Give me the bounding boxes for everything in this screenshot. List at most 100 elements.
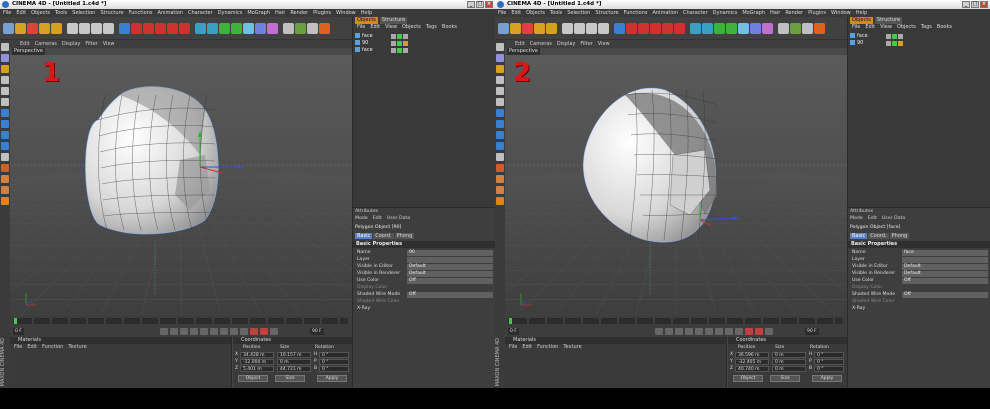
timeline-ruler[interactable] xyxy=(10,315,352,327)
toolbar-tool-icon[interactable] xyxy=(662,23,673,34)
menu-item[interactable]: Selection xyxy=(567,9,590,17)
maximize-button[interactable]: □ xyxy=(476,1,484,8)
viewport-menu-item[interactable]: View xyxy=(103,40,115,48)
mode-tool-icon[interactable] xyxy=(1,164,9,172)
toolbar-tool-icon[interactable] xyxy=(598,23,609,34)
size-field[interactable]: 0 m xyxy=(772,352,806,358)
mode-tool-icon[interactable] xyxy=(1,197,9,205)
menu-item[interactable]: Functions xyxy=(129,9,153,17)
mode-tool-icon[interactable] xyxy=(1,54,9,62)
minimize-button[interactable]: _ xyxy=(962,1,970,8)
object-manager-menu-item[interactable]: View xyxy=(385,24,397,31)
menu-item[interactable]: Animation xyxy=(652,9,678,17)
toolbar-tool-icon[interactable] xyxy=(231,23,242,34)
toolbar-tool-icon[interactable] xyxy=(522,23,533,34)
menu-item[interactable]: Window xyxy=(336,9,356,17)
menu-item[interactable]: Hair xyxy=(275,9,285,17)
object-manager-tab[interactable]: Objects xyxy=(355,17,378,24)
toolbar-tool-icon[interactable] xyxy=(119,23,130,34)
mode-tool-icon[interactable] xyxy=(1,65,9,73)
property-value-field[interactable]: Default xyxy=(407,271,493,277)
mode-tool-icon[interactable] xyxy=(496,76,504,84)
toolbar-tool-icon[interactable] xyxy=(155,23,166,34)
toolbar-tool-icon[interactable] xyxy=(574,23,585,34)
coordinate-mode-dropdown[interactable]: Object xyxy=(733,375,763,382)
toolbar-tool-icon[interactable] xyxy=(243,23,254,34)
toolbar-tool-icon[interactable] xyxy=(802,23,813,34)
property-value-field[interactable]: Off xyxy=(902,278,988,284)
toolbar-tool-icon[interactable] xyxy=(167,23,178,34)
mode-tool-icon[interactable] xyxy=(496,120,504,128)
menu-item[interactable]: Dynamics xyxy=(218,9,243,17)
mode-tool-icon[interactable] xyxy=(496,43,504,51)
toolbar-tool-icon[interactable] xyxy=(179,23,190,34)
toolbar-tool-icon[interactable] xyxy=(307,23,318,34)
toolbar-tool-icon[interactable] xyxy=(726,23,737,34)
toolbar-tool-icon[interactable] xyxy=(690,23,701,34)
viewport-menu-item[interactable]: Cameras xyxy=(530,40,552,48)
property-value-field[interactable]: Off xyxy=(902,292,988,298)
toolbar-tool-icon[interactable] xyxy=(546,23,557,34)
object-list-item[interactable]: 90 xyxy=(355,40,494,47)
toolbar-tool-icon[interactable] xyxy=(103,23,114,34)
rotation-field[interactable]: 0 ° xyxy=(319,359,349,365)
rotation-field[interactable]: 0 ° xyxy=(814,359,844,365)
menu-item[interactable]: MoGraph xyxy=(742,9,765,17)
object-list-item[interactable]: face xyxy=(355,33,494,40)
property-value-field[interactable] xyxy=(407,257,493,263)
mode-tool-icon[interactable] xyxy=(496,131,504,139)
mode-tool-icon[interactable] xyxy=(1,87,9,95)
object-manager-menu-item[interactable]: Books xyxy=(442,24,457,31)
attributes-tab[interactable]: Basic xyxy=(850,233,868,239)
object-visibility-tags[interactable] xyxy=(886,41,903,46)
mode-tool-icon[interactable] xyxy=(1,120,9,128)
menu-item[interactable]: Character xyxy=(188,9,213,17)
property-value-field[interactable]: 90 xyxy=(407,250,493,256)
mode-tool-icon[interactable] xyxy=(1,98,9,106)
tag-icon[interactable] xyxy=(403,48,408,53)
size-mode-dropdown[interactable]: Size xyxy=(275,375,305,382)
attributes-tab[interactable]: Phong xyxy=(889,233,910,239)
property-value-field[interactable]: face xyxy=(902,250,988,256)
menu-item[interactable]: Structure xyxy=(595,9,618,17)
mode-tool-icon[interactable] xyxy=(496,87,504,95)
maximize-button[interactable]: □ xyxy=(971,1,979,8)
toolbar-tool-icon[interactable] xyxy=(91,23,102,34)
mode-tool-icon[interactable] xyxy=(1,153,9,161)
toolbar-tool-icon[interactable] xyxy=(626,23,637,34)
object-manager-menu-item[interactable]: Edit xyxy=(370,24,380,31)
toolbar-tool-icon[interactable] xyxy=(498,23,509,34)
minimize-button[interactable]: _ xyxy=(467,1,475,8)
toolbar-tool-icon[interactable] xyxy=(714,23,725,34)
mode-tool-icon[interactable] xyxy=(496,186,504,194)
object-manager-menu-item[interactable]: Objects xyxy=(897,24,916,31)
size-field[interactable]: 0 m xyxy=(772,359,806,365)
menu-item[interactable]: Hair xyxy=(770,9,780,17)
menu-item[interactable]: Window xyxy=(831,9,851,17)
toolbar-tool-icon[interactable] xyxy=(15,23,26,34)
mode-tool-icon[interactable] xyxy=(1,76,9,84)
toolbar-tool-icon[interactable] xyxy=(614,23,625,34)
toolbar-tool-icon[interactable] xyxy=(39,23,50,34)
position-field[interactable]: -12.004 m xyxy=(240,359,274,365)
size-field[interactable]: 10.157 m xyxy=(277,352,311,358)
object-list-item[interactable]: 90 xyxy=(850,40,989,47)
size-mode-dropdown[interactable]: Size xyxy=(770,375,800,382)
attributes-menu-item[interactable]: User Data xyxy=(387,216,410,222)
toolbar-tool-icon[interactable] xyxy=(143,23,154,34)
mode-tool-icon[interactable] xyxy=(496,197,504,205)
object-manager-tab[interactable]: Objects xyxy=(850,17,873,24)
menu-item[interactable]: Render xyxy=(785,9,803,17)
menu-item[interactable]: Edit xyxy=(511,9,521,17)
menu-item[interactable]: File xyxy=(498,9,506,17)
object-manager-menu-item[interactable]: Objects xyxy=(402,24,421,31)
perspective-viewport[interactable]: Edit Cameras Display Filter View Perspective 2 xyxy=(505,40,847,315)
toolbar-tool-icon[interactable] xyxy=(283,23,294,34)
attributes-tab[interactable]: Coord. xyxy=(373,233,394,239)
timeline-end-field[interactable]: 90 F xyxy=(805,328,819,335)
position-field[interactable]: -32.405 m xyxy=(735,359,769,365)
attributes-tab[interactable]: Coord. xyxy=(868,233,889,239)
timeline-start-field[interactable]: 0 F xyxy=(508,328,519,335)
mode-tool-icon[interactable] xyxy=(496,153,504,161)
toolbar-tool-icon[interactable] xyxy=(131,23,142,34)
